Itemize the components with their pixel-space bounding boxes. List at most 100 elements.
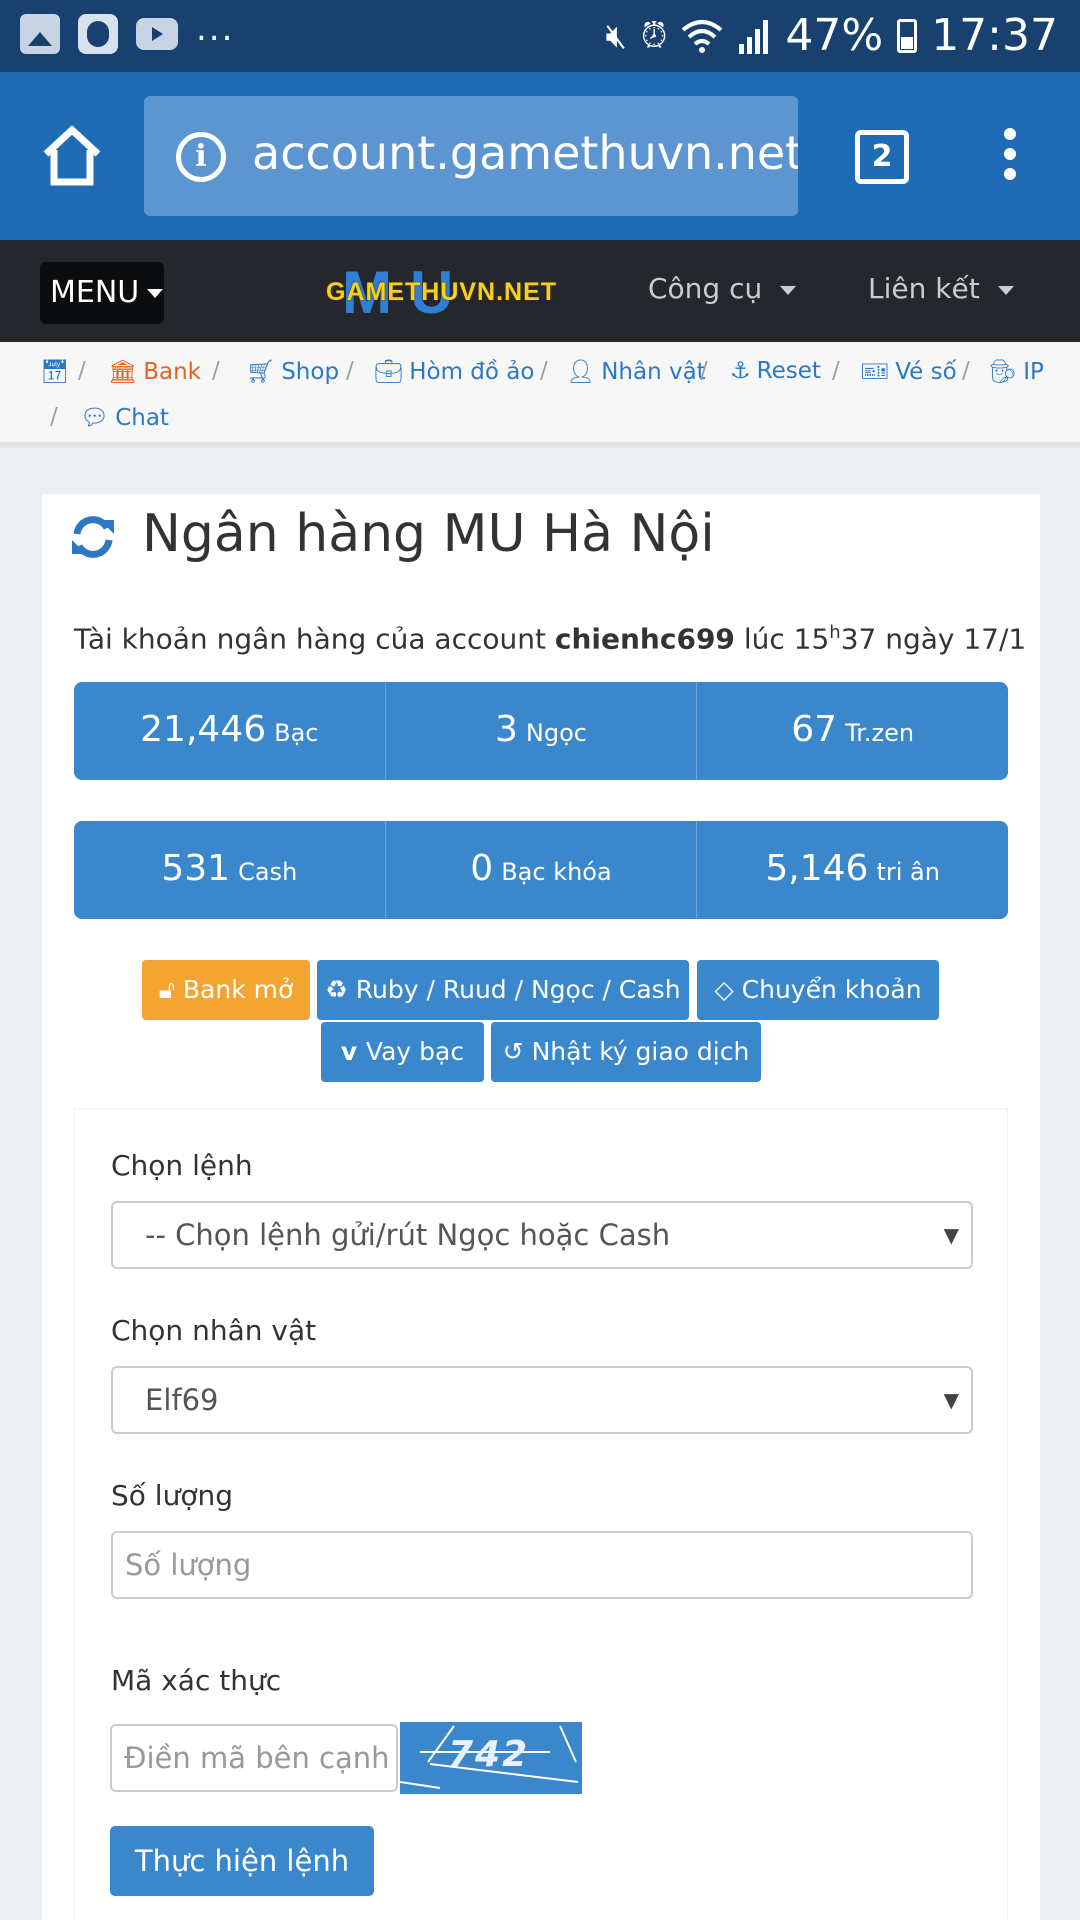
calendar-icon[interactable]: 📅︎ (40, 358, 69, 385)
history-label: Nhật ký giao dịch (531, 1037, 750, 1066)
ticket-icon: 🎫︎ (860, 359, 890, 385)
breadcrumb-lottery-label: Vé số (895, 359, 957, 385)
breadcrumb-chat[interactable]: 💬︎ Chat (80, 404, 169, 431)
refresh-icon[interactable] (70, 514, 116, 560)
account-prefix: Tài khoản ngân hàng của account (74, 622, 546, 656)
user-icon: 👤︎ (566, 359, 596, 385)
nav-tools-dropdown[interactable]: Công cụ (648, 272, 797, 305)
balance-row-2: 531 Cash 0 Bạc khóa 5,146 tri ân (74, 821, 1008, 919)
tab-switcher-button[interactable]: 2 (855, 130, 909, 184)
address-bar[interactable]: i account.gamethuvn.net/ (144, 96, 798, 216)
balance-value: 531 (161, 848, 231, 889)
nav-tools-label: Công cụ (648, 272, 763, 305)
bank-open-button[interactable]: 🔓︎ Bank mở (142, 960, 310, 1020)
breadcrumb-separator: / (212, 358, 220, 384)
breadcrumb-inventory-label: Hòm đồ ảo (409, 359, 535, 385)
breadcrumb-chat-label: Chat (115, 405, 169, 431)
notification-icons: ... (20, 9, 234, 54)
caret-down-icon (780, 285, 797, 295)
time-prefix: lúc 15 (743, 622, 830, 656)
breadcrumb-inventory[interactable]: 💼︎ Hòm đồ ảo (374, 358, 534, 385)
cart-icon: 🛒︎ (246, 359, 276, 385)
balance-unit: Cash (238, 858, 298, 886)
amount-input[interactable]: Số lượng (111, 1531, 973, 1599)
breadcrumb-bank[interactable]: 🏛︎ Bank (108, 358, 201, 385)
balance-unit: Bạc khóa (501, 858, 612, 886)
captcha-label: Mã xác thực (111, 1664, 282, 1697)
logo-text: GAMETHUVN.NET (326, 278, 558, 306)
balance-cash: 531 Cash (74, 821, 386, 919)
bank-icon: 🏛︎ (108, 359, 138, 385)
captcha-code: 742 (448, 1734, 530, 1775)
exchange-button[interactable]: ♻︎ Ruby / Ruud / Ngọc / Cash (317, 960, 689, 1020)
breadcrumb-separator: / (540, 358, 548, 384)
command-select[interactable]: -- Chọn lệnh gửi/rút Ngọc hoặc Cash ▼ (111, 1201, 973, 1269)
balance-value: 0 (470, 848, 494, 889)
character-select-value: Elf69 (145, 1383, 219, 1417)
breadcrumb-reset-label: Reset (756, 358, 821, 384)
breadcrumb-separator: / (700, 358, 708, 384)
bank-card: Ngân hàng MU Hà Nội Tài khoản ngân hàng … (42, 494, 1040, 1920)
balance-unit: Tr.zen (845, 719, 915, 747)
submit-button[interactable]: Thực hiện lệnh (110, 1826, 374, 1896)
transfer-button[interactable]: ◇ Chuyển khoản (697, 960, 939, 1020)
breadcrumb-shop-label: Shop (281, 359, 340, 385)
loan-button[interactable]: v Vay bạc (321, 1022, 484, 1082)
command-select-value: -- Chọn lệnh gửi/rút Ngọc hoặc Cash (145, 1218, 671, 1252)
bank-form: Chọn lệnh -- Chọn lệnh gửi/rút Ngọc hoặc… (74, 1108, 1008, 1920)
briefcase-icon: 💼︎ (374, 359, 404, 385)
nav-links-label: Liên kết (868, 272, 980, 305)
balance-gratitude: 5,146 tri ân (697, 821, 1008, 919)
app-face-icon (78, 14, 118, 54)
breadcrumb-lottery[interactable]: 🎫︎ Vé số (860, 358, 957, 385)
account-info: Tài khoản ngân hàng của account chienhc6… (74, 622, 1026, 655)
history-button[interactable]: ↺ Nhật ký giao dịch (491, 1022, 761, 1082)
page-title: Ngân hàng MU Hà Nội (142, 504, 715, 564)
gallery-icon (20, 14, 60, 54)
breadcrumb-ip-label: IP (1023, 359, 1044, 385)
breadcrumb-separator: / (832, 358, 840, 384)
site-navbar: MENU MU GAMETHUVN.NET Công cụ Liên kết (0, 240, 1080, 342)
browser-toolbar: i account.gamethuvn.net/ 2 (0, 72, 1080, 240)
breadcrumb-shop[interactable]: 🛒︎ Shop (246, 358, 339, 385)
menu-button[interactable]: MENU (40, 262, 164, 324)
battery-percent: 47% (785, 10, 884, 61)
info-icon[interactable]: i (176, 132, 226, 182)
recycle-icon: ♻︎ (325, 975, 356, 1004)
captcha-input[interactable]: Điền mã bên cạnh (110, 1724, 398, 1792)
signal-icon (739, 19, 769, 54)
balance-row-1: 21,446 Bạc 3 Ngọc 67 Tr.zen (74, 682, 1008, 780)
overflow-menu-icon[interactable] (1000, 128, 1020, 188)
balance-locked-silver: 0 Bạc khóa (386, 821, 698, 919)
character-label: Chọn nhân vật (111, 1314, 317, 1347)
account-name: chienhc699 (554, 622, 735, 656)
breadcrumb-bank-label: Bank (143, 359, 201, 385)
loan-label: Vay bạc (365, 1037, 465, 1066)
balance-unit: tri ân (876, 858, 940, 886)
bank-open-label: Bank mở (182, 975, 294, 1004)
breadcrumb-separator: / (346, 358, 354, 384)
url-text[interactable]: account.gamethuvn.net/ (252, 126, 798, 180)
breadcrumb-separator: / (50, 404, 58, 430)
breadcrumb-character[interactable]: 👤︎ Nhân vật (566, 358, 706, 385)
breadcrumb-reset[interactable]: ⚓︎ Reset (730, 358, 821, 384)
system-icons: 🔇︎ ⏰︎ 47% 17:37 (605, 10, 1058, 61)
status-bar: ... 🔇︎ ⏰︎ 47% 17:37 (0, 0, 1080, 72)
chat-icon: 💬︎ (80, 405, 110, 431)
breadcrumb-character-label: Nhân vật (601, 359, 706, 385)
user-secret-icon: 🕵︎ (988, 359, 1018, 385)
transfer-label: Chuyển khoản (741, 975, 922, 1004)
battery-icon (897, 18, 918, 53)
caret-down-icon (997, 285, 1014, 295)
balance-value: 3 (495, 709, 518, 750)
amount-label: Số lượng (111, 1479, 233, 1512)
breadcrumb-ip[interactable]: 🕵︎ IP (988, 358, 1044, 385)
character-select[interactable]: Elf69 ▼ (111, 1366, 973, 1434)
site-logo[interactable]: MU GAMETHUVN.NET (322, 262, 568, 323)
balance-jewel: 3 Ngọc (386, 682, 698, 780)
unlock-icon: 🔓︎ (158, 975, 183, 1004)
home-icon[interactable] (40, 124, 104, 188)
loan-icon: v (340, 1037, 366, 1066)
nav-links-dropdown[interactable]: Liên kết (868, 272, 1014, 305)
breadcrumb-separator: / (78, 358, 86, 384)
